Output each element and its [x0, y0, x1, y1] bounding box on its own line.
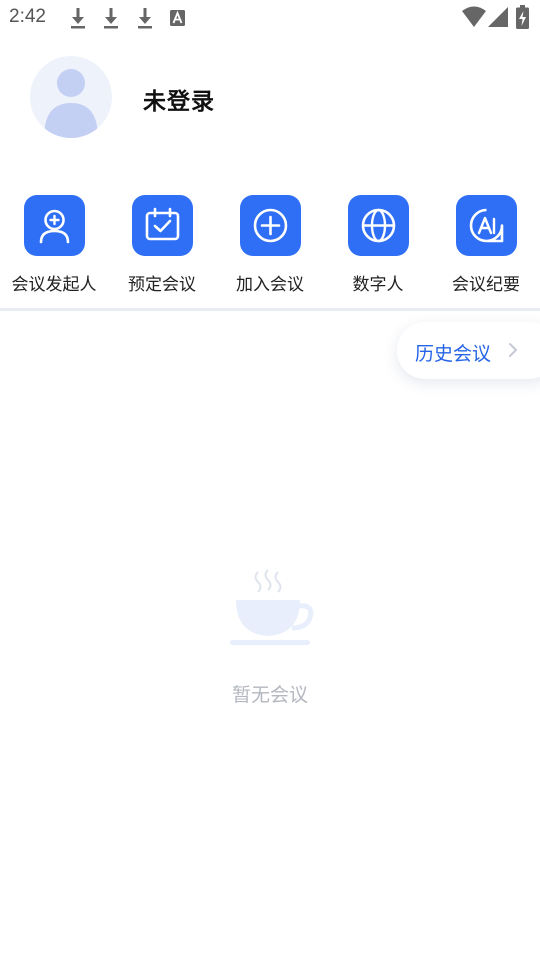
globe-icon — [361, 208, 396, 243]
empty-state-text: 暂无会议 — [231, 684, 308, 706]
meeting-home-screen: 2:42 未登录 会议发起人 预定会议 加入会议 数字人 会议纪要 历史会议 暂… — [0, 0, 540, 960]
action-icon-tile — [240, 195, 301, 256]
action-join-meeting[interactable]: 加入会议 — [216, 195, 324, 295]
default-avatar-icon — [44, 69, 98, 138]
download-icon — [138, 8, 152, 29]
download-icon — [104, 8, 118, 29]
status-time: 2:42 — [9, 6, 46, 27]
action-meeting-minutes[interactable]: 会议纪要 — [432, 195, 540, 295]
wifi-icon — [462, 6, 486, 27]
action-schedule-meeting[interactable]: 预定会议 — [108, 195, 216, 295]
action-label: 数字人 — [352, 275, 404, 295]
coffee-cup-icon — [230, 569, 314, 645]
battery-icon — [516, 5, 529, 29]
status-bar: 2:42 — [0, 0, 540, 36]
action-icon-tile — [348, 195, 409, 256]
action-label: 会议发起人 — [11, 275, 97, 295]
action-label: 预定会议 — [128, 275, 196, 295]
action-icon-tile — [456, 195, 517, 256]
action-label: 会议纪要 — [452, 275, 520, 295]
plus-circle-icon — [253, 208, 288, 243]
font-icon — [170, 10, 185, 26]
chevron-right-icon — [509, 343, 517, 357]
signal-icon — [488, 7, 508, 27]
download-icon — [71, 8, 85, 29]
action-label: 加入会议 — [236, 275, 304, 295]
action-meeting-initiator[interactable]: 会议发起人 — [0, 195, 108, 295]
action-icon-tile — [24, 195, 85, 256]
avatar[interactable] — [30, 56, 112, 138]
history-meetings-label: 历史会议 — [415, 343, 492, 365]
action-icon-tile — [132, 195, 193, 256]
section-divider — [0, 308, 540, 311]
minutes-icon — [469, 208, 504, 243]
calendar-check-icon — [145, 207, 180, 241]
add-user-icon — [39, 209, 70, 244]
action-digital-human[interactable]: 数字人 — [324, 195, 432, 295]
history-meetings-button[interactable]: 历史会议 — [397, 322, 540, 379]
login-status-text[interactable]: 未登录 — [143, 82, 215, 116]
